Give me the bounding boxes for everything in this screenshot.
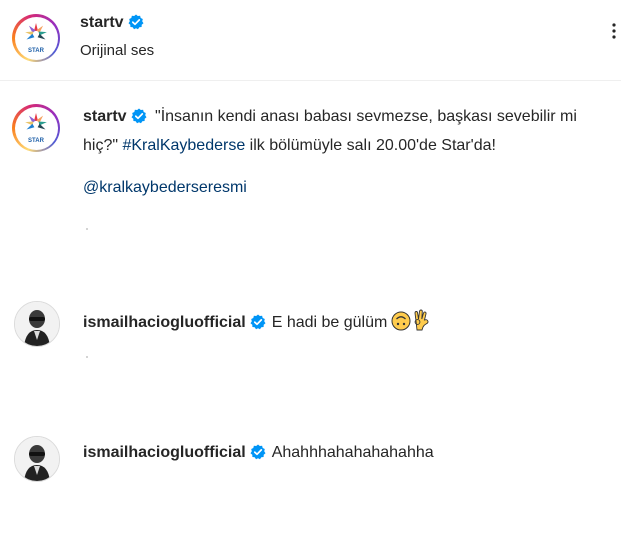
star-tv-logo-icon: STAR bbox=[25, 113, 47, 144]
mention-link[interactable]: @kralkaybederseresmi bbox=[83, 179, 247, 197]
star-tv-logo-icon: STAR bbox=[25, 23, 47, 54]
startv-avatar[interactable]: STAR bbox=[12, 14, 60, 62]
verified-badge-icon bbox=[250, 444, 266, 465]
audio-subtitle[interactable]: Orijinal ses bbox=[80, 42, 154, 59]
comment-text: E hadi be gülüm bbox=[271, 314, 388, 331]
commenter-avatar[interactable] bbox=[14, 436, 60, 482]
verified-badge-icon bbox=[131, 107, 147, 133]
comment-text: Ahahhhahahahahahha bbox=[271, 444, 434, 461]
comment-username[interactable]: ismailhaciogluofficial bbox=[83, 314, 246, 331]
comment-username[interactable]: ismailhaciogluofficial bbox=[83, 444, 246, 461]
verified-badge-icon bbox=[128, 14, 144, 35]
svg-text:STAR: STAR bbox=[28, 138, 45, 144]
divider-dot bbox=[86, 356, 88, 358]
profile-photo-icon bbox=[15, 437, 59, 481]
post-header: STAR startv Orijinal ses bbox=[0, 0, 621, 81]
hashtag-link[interactable]: #KralKaybederse bbox=[122, 137, 245, 154]
caption-text-tail: ilk bölümüyle salı 20.00'de Star'da! bbox=[245, 137, 496, 154]
more-vertical-icon[interactable] bbox=[611, 22, 617, 45]
ok-hand-emoji-icon bbox=[412, 309, 430, 336]
svg-text:STAR: STAR bbox=[28, 48, 45, 54]
post-caption: startv "İnsanın kendi anası babası sevme… bbox=[83, 104, 613, 159]
profile-photo-icon bbox=[15, 302, 59, 346]
divider-dot bbox=[86, 228, 88, 230]
caption-username[interactable]: startv bbox=[83, 108, 127, 125]
verified-badge-icon bbox=[250, 314, 266, 335]
upside-down-face-emoji-icon bbox=[391, 311, 411, 336]
commenter-avatar[interactable] bbox=[14, 301, 60, 347]
header-username[interactable]: startv bbox=[80, 14, 124, 31]
comment-row: ismailhaciogluofficial Ahahhhahahahahahha bbox=[83, 444, 434, 465]
comment-row: ismailhaciogluofficial E hadi be gülüm bbox=[83, 309, 430, 336]
caption-avatar[interactable]: STAR bbox=[12, 104, 60, 152]
instagram-post-page: STAR startv Orijinal ses STAR startv "İn… bbox=[0, 0, 621, 556]
